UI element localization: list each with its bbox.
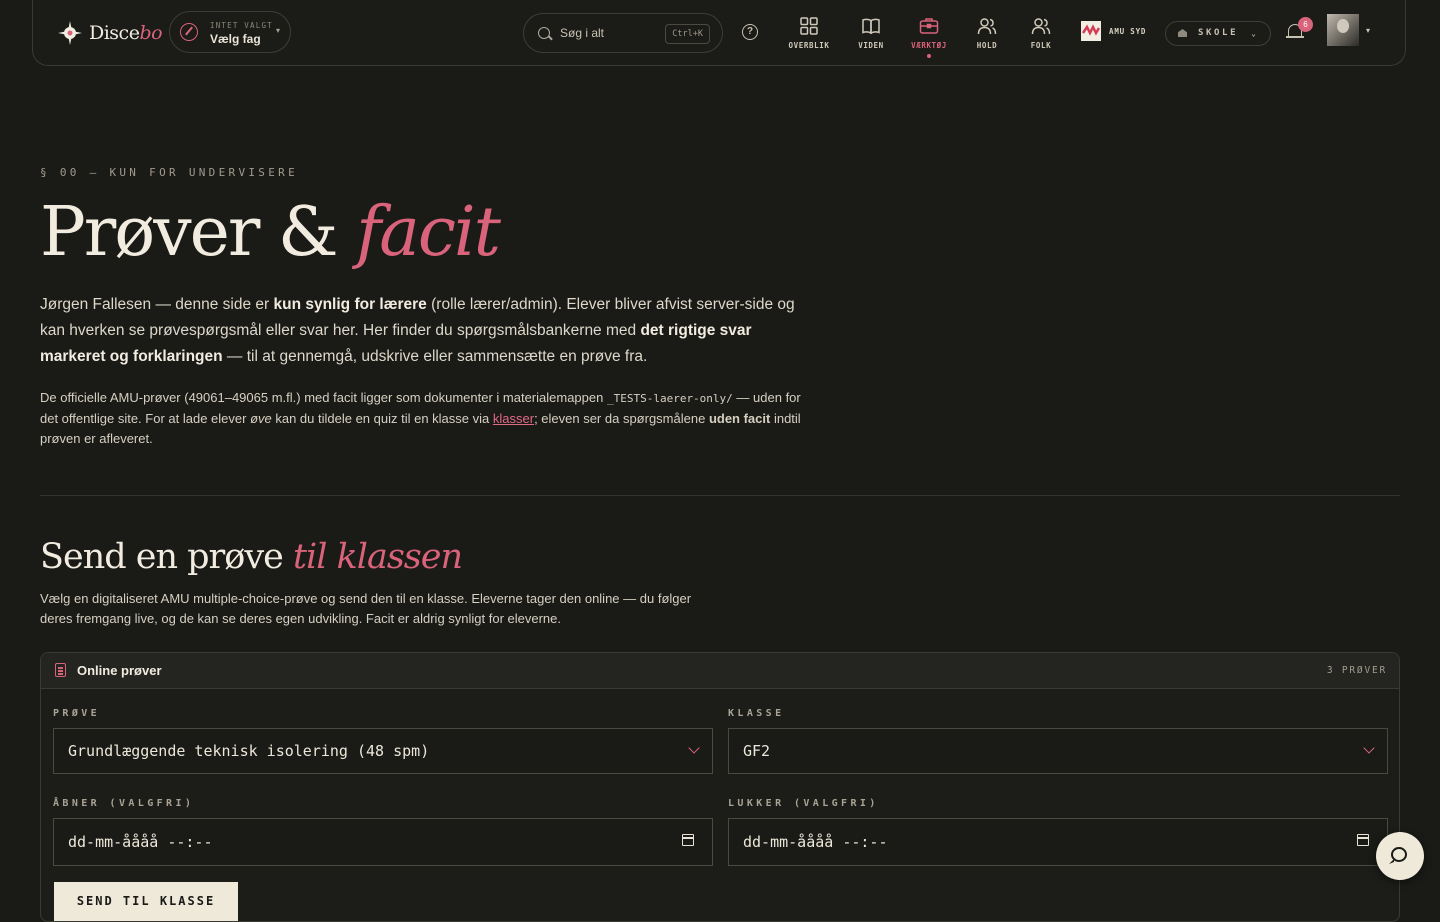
nav-label: FOLK — [1030, 41, 1052, 50]
nav-item-viden[interactable]: VIDEN — [843, 16, 899, 50]
subject-value: Vælg fag — [210, 32, 261, 46]
compass-icon — [180, 23, 198, 41]
online-tests-card: Online prøver 3 PRØVER PRØVE Grundlæggen… — [40, 652, 1400, 922]
nav-label: OVERBLIK — [788, 41, 830, 50]
intro-paragraph: Jørgen Fallesen — denne side er kun synl… — [40, 296, 795, 365]
grid-icon — [799, 16, 819, 36]
chevron-down-icon: ⌄ — [1251, 29, 1256, 38]
school-name: AMU SYD — [1109, 26, 1147, 36]
closes-datetime-value: dd-mm-åååå --:-- — [743, 833, 888, 851]
scope-label: SKOLE — [1198, 28, 1239, 38]
notification-count: 6 — [1298, 17, 1313, 32]
page-title: Prøver & facit — [40, 193, 501, 272]
section-description: Vælg en digitaliseret AMU multiple-choic… — [40, 591, 692, 626]
subject-eyebrow: INTET VALGT — [210, 21, 273, 30]
test-count: 3 PRØVER — [1326, 665, 1387, 676]
info-paragraph: De officielle AMU-prøver (49061–49065 m.… — [40, 390, 801, 446]
logo[interactable]: Discebo — [57, 20, 163, 46]
calendar-icon[interactable] — [682, 834, 694, 846]
section-eyebrow: § 00 — KUN FOR UNDERVISERE — [40, 166, 298, 179]
nav-label: HOLD — [976, 41, 998, 50]
logo-text: Discebo — [89, 22, 163, 44]
chat-button[interactable] — [1376, 832, 1424, 880]
toolbox-icon — [919, 16, 939, 36]
klasser-link[interactable]: klasser — [493, 411, 534, 426]
search-shortcut: Ctrl+K — [665, 24, 710, 44]
class-label: KLASSE — [728, 708, 785, 719]
global-search[interactable]: Søg i alt Ctrl+K — [523, 13, 723, 53]
chevron-down-icon[interactable]: ▾ — [1366, 26, 1370, 35]
card-header: Online prøver 3 PRØVER — [41, 653, 1399, 689]
nav-item-hold[interactable]: HOLD — [959, 16, 1015, 50]
test-select[interactable]: Grundlæggende teknisk isolering (48 spm) — [53, 728, 713, 774]
test-select-value: Grundlæggende teknisk isolering (48 spm) — [68, 742, 430, 760]
closes-label: LUKKER (VALGFRI) — [728, 798, 879, 809]
nav-item-overblik[interactable]: OVERBLIK — [781, 16, 837, 50]
logo-compass-icon — [57, 20, 83, 46]
subject-selector[interactable]: INTET VALGT Vælg fag ▾ — [169, 11, 291, 53]
test-label: PRØVE — [53, 708, 101, 719]
scope-switch[interactable]: SKOLE ⌄ — [1165, 21, 1271, 46]
section-title: Send en prøve til klassen — [40, 537, 463, 577]
calendar-icon[interactable] — [1357, 834, 1369, 846]
closes-datetime-input[interactable]: dd-mm-åååå --:-- — [728, 818, 1388, 866]
card-title: Online prøver — [77, 663, 162, 678]
search-placeholder: Søg i alt — [560, 26, 605, 40]
school-indicator[interactable]: AMU SYD — [1081, 21, 1146, 41]
nav-label: VÆRKTØJ — [911, 41, 947, 50]
avatar[interactable] — [1327, 14, 1359, 46]
book-icon — [861, 16, 881, 36]
search-icon — [538, 27, 550, 39]
opens-label: ÅBNER (VALGFRI) — [53, 798, 195, 809]
chevron-down-icon — [1363, 742, 1375, 754]
document-icon — [55, 663, 66, 677]
users-icon — [977, 16, 997, 36]
active-indicator — [927, 54, 931, 58]
nav-item-vaerktoj[interactable]: VÆRKTØJ — [901, 16, 957, 58]
class-select[interactable]: GF2 — [728, 728, 1388, 774]
school-logo-icon — [1081, 21, 1101, 41]
opens-datetime-value: dd-mm-åååå --:-- — [68, 833, 213, 851]
people-icon — [1031, 16, 1051, 36]
class-select-value: GF2 — [743, 742, 771, 760]
opens-datetime-input[interactable]: dd-mm-åååå --:-- — [53, 818, 713, 866]
help-icon[interactable]: ? — [742, 24, 758, 40]
nav-item-folk[interactable]: FOLK — [1013, 16, 1069, 50]
notifications-button[interactable]: 6 — [1286, 17, 1313, 42]
nav-label: VIDEN — [858, 41, 884, 50]
chevron-down-icon: ▾ — [275, 26, 280, 35]
house-icon — [1178, 29, 1187, 37]
send-to-class-button[interactable]: SEND TIL KLASSE — [54, 882, 238, 921]
divider — [40, 495, 1400, 496]
top-navigation-bar: Discebo INTET VALGT Vælg fag ▾ Søg i alt… — [32, 0, 1406, 66]
chevron-down-icon — [688, 742, 700, 754]
